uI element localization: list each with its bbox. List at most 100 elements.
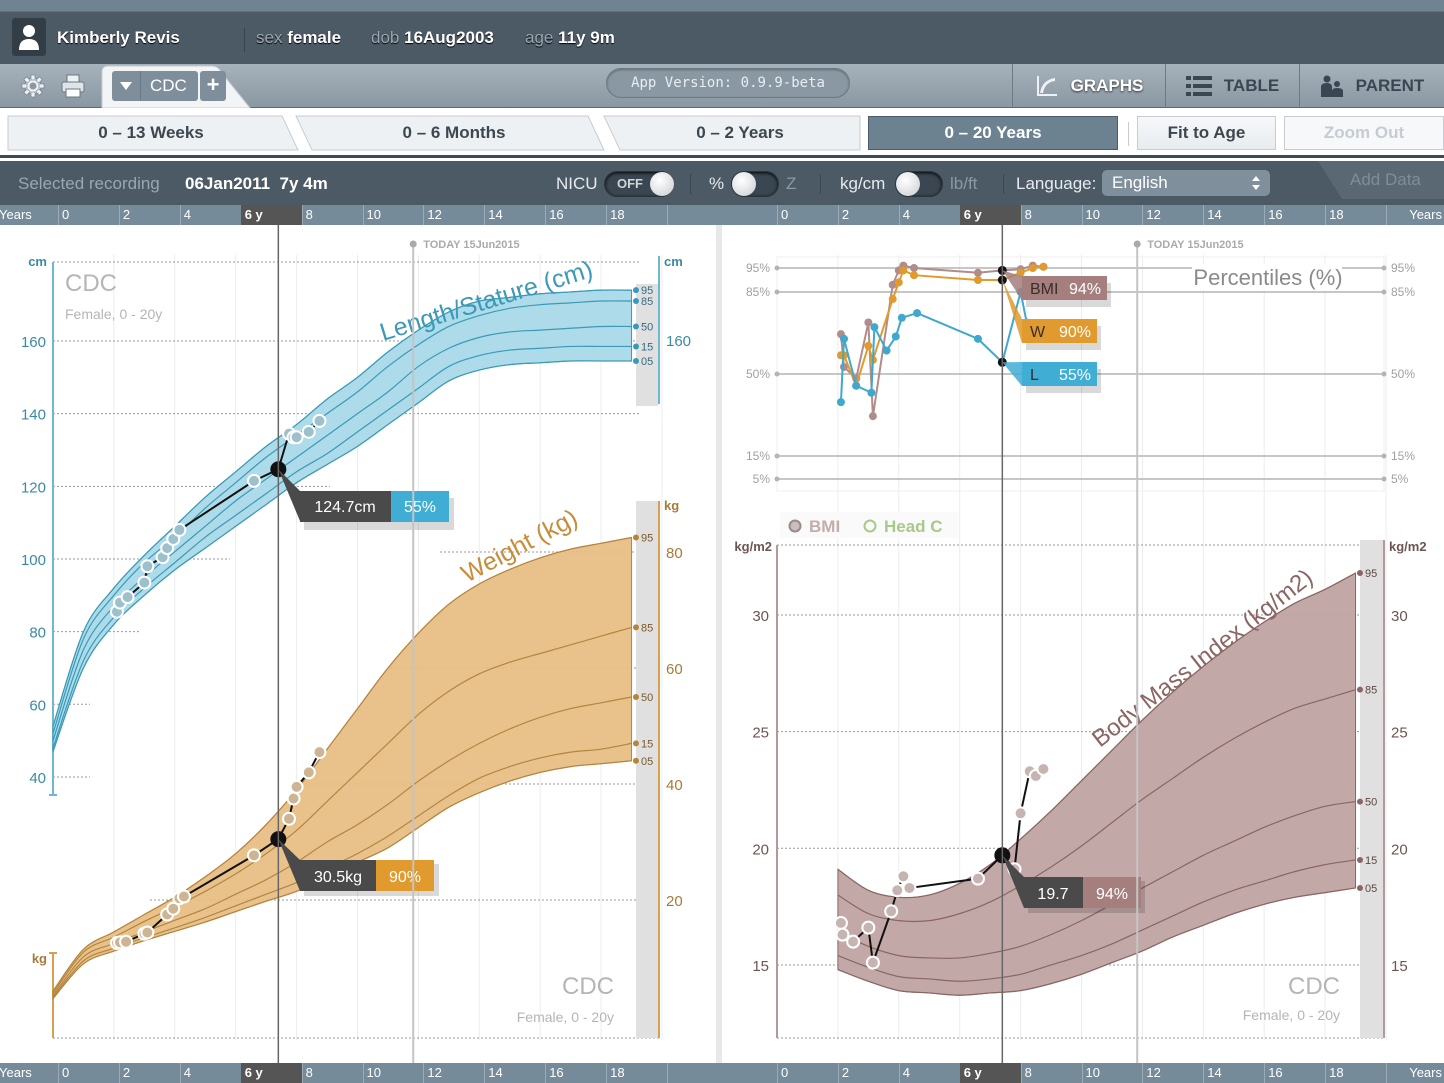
weight-measurement-point[interactable] — [286, 791, 301, 806]
bmi-measurement-point[interactable] — [846, 934, 861, 949]
axis-tick[interactable]: 8 — [1020, 1063, 1082, 1083]
axis-tick[interactable]: 14 — [484, 205, 545, 225]
axis-tick[interactable]: 16 — [1264, 205, 1325, 225]
percentile-point[interactable] — [868, 412, 877, 421]
percentile-point[interactable] — [888, 295, 897, 304]
nicu-toggle[interactable]: OFF — [604, 171, 674, 197]
patient-avatar-icon[interactable] — [12, 18, 46, 56]
percentile-point[interactable] — [894, 278, 903, 287]
percentile-point[interactable] — [910, 271, 919, 280]
axis-tick[interactable]: 10 — [362, 205, 424, 225]
axis-tick-selected[interactable]: 6 y — [959, 205, 1021, 225]
axis-tick[interactable]: 0 — [58, 1063, 119, 1083]
axis-tick-selected[interactable]: 6 y — [240, 205, 302, 225]
language-select[interactable]: English — [1102, 170, 1270, 196]
weight-measurement-point[interactable] — [289, 779, 304, 794]
axis-tick[interactable]: 12 — [1142, 205, 1203, 225]
percentile-point[interactable] — [839, 334, 848, 343]
growth-charts[interactable]: cm406080100120140160cm1609585501505Lengt… — [0, 225, 1444, 1063]
axis-tick[interactable]: 4 — [179, 1063, 241, 1083]
length-measurement-point[interactable] — [172, 522, 187, 537]
chart-tab[interactable]: CDC + — [100, 64, 251, 108]
length-measurement-point[interactable] — [137, 575, 152, 590]
print-icon[interactable] — [59, 72, 87, 100]
nav-table-button[interactable]: TABLE — [1165, 64, 1299, 108]
length-measurement-point[interactable] — [246, 473, 261, 488]
axis-tick[interactable]: 10 — [1081, 205, 1143, 225]
range-6-months-button[interactable]: 0 – 6 Months — [304, 116, 604, 150]
axis-tick[interactable]: 18 — [1325, 205, 1386, 225]
bmi-measurement-point[interactable] — [902, 880, 917, 895]
bmi-measurement-point[interactable] — [970, 871, 985, 886]
add-data-button[interactable]: Add Data — [1350, 170, 1421, 190]
axis-tick[interactable]: 8 — [1020, 205, 1082, 225]
length-measurement-point[interactable] — [289, 430, 304, 445]
range-2-years-button[interactable]: 0 – 2 Years — [612, 116, 868, 150]
nav-graphs-button[interactable]: GRAPHS — [1012, 64, 1165, 108]
axis-tick[interactable]: 18 — [606, 1063, 667, 1083]
settings-gear-icon[interactable] — [19, 72, 47, 100]
axis-tick[interactable]: 2 — [118, 1063, 180, 1083]
bmi-measurement-point[interactable] — [865, 955, 880, 970]
bmi-measurement-point[interactable] — [1036, 761, 1051, 776]
axis-tick-selected[interactable]: 6 y — [959, 1063, 1021, 1083]
axis-tick[interactable]: 14 — [484, 1063, 545, 1083]
percentile-point[interactable] — [870, 323, 879, 332]
axis-tick[interactable]: 8 — [301, 1063, 363, 1083]
years-axis-top-left[interactable]: Years 0 2 4 6 y 8 10 12 14 16 18 — [0, 205, 722, 225]
percentile-point[interactable] — [899, 266, 908, 275]
axis-tick[interactable]: 18 — [606, 205, 667, 225]
bmi-measurement-point[interactable] — [884, 904, 899, 919]
zoom-out-button[interactable]: Zoom Out — [1284, 116, 1444, 150]
axis-tick[interactable]: 10 — [1081, 1063, 1143, 1083]
percentile-point[interactable] — [973, 268, 982, 277]
bmi-measurement-point[interactable] — [890, 883, 905, 898]
weight-measurement-point[interactable] — [312, 745, 327, 760]
axis-tick[interactable]: 18 — [1325, 1063, 1386, 1083]
axis-tick[interactable]: 10 — [362, 1063, 424, 1083]
axis-tick[interactable]: 2 — [118, 205, 180, 225]
percentile-point[interactable] — [867, 388, 876, 397]
axis-tick[interactable]: 0 — [777, 1063, 838, 1083]
percentile-point[interactable] — [897, 313, 906, 322]
percentile-point[interactable] — [1039, 262, 1048, 271]
weight-measurement-point[interactable] — [176, 889, 191, 904]
axis-tick[interactable]: 14 — [1203, 205, 1264, 225]
axis-tick[interactable]: 2 — [837, 1063, 899, 1083]
percentile-point[interactable] — [864, 341, 873, 350]
percentile-point[interactable] — [913, 309, 922, 318]
bmi-measurement-point[interactable] — [1013, 806, 1028, 821]
axis-tick[interactable]: 8 — [301, 205, 363, 225]
percentile-point[interactable] — [973, 334, 982, 343]
length-measurement-point[interactable] — [301, 424, 316, 439]
bmi-measurement-point[interactable] — [833, 915, 848, 930]
bmi-measurement-point[interactable] — [835, 927, 850, 942]
units-toggle[interactable] — [895, 171, 943, 197]
axis-tick[interactable]: 2 — [837, 205, 899, 225]
percentile-point[interactable] — [852, 381, 861, 390]
years-axis-top-right[interactable]: 0246 y 8 10 12 14 16 18 Years — [722, 205, 1444, 225]
weight-measurement-point[interactable] — [119, 934, 134, 949]
percentile-point[interactable] — [882, 346, 891, 355]
fit-to-age-button[interactable]: Fit to Age — [1137, 116, 1276, 150]
length-measurement-point[interactable] — [312, 413, 327, 428]
bmi-measurement-point[interactable] — [896, 869, 911, 884]
years-axis-bottom-right[interactable]: 0246 y 8 10 12 14 16 18 Years — [722, 1063, 1444, 1083]
percentile-point[interactable] — [910, 264, 919, 272]
weight-measurement-point[interactable] — [246, 848, 261, 863]
percentile-point[interactable] — [973, 276, 982, 284]
axis-tick[interactable]: 4 — [179, 205, 241, 225]
weight-measurement-point[interactable] — [281, 811, 296, 826]
bmi-measurement-point[interactable] — [861, 920, 876, 935]
chart-dropdown[interactable]: CDC — [112, 71, 198, 101]
axis-tick[interactable]: 0 — [58, 205, 119, 225]
axis-tick[interactable]: 16 — [545, 1063, 606, 1083]
add-chart-button[interactable]: + — [200, 71, 226, 101]
patient-name[interactable]: Kimberly Revis — [57, 28, 180, 48]
weight-measurement-point[interactable] — [140, 925, 155, 940]
length-measurement-point[interactable] — [140, 559, 155, 574]
axis-tick[interactable]: 12 — [423, 1063, 484, 1083]
percent-z-toggle[interactable] — [731, 171, 779, 197]
axis-tick[interactable]: 4 — [898, 205, 960, 225]
axis-tick[interactable]: 0 — [777, 205, 838, 225]
